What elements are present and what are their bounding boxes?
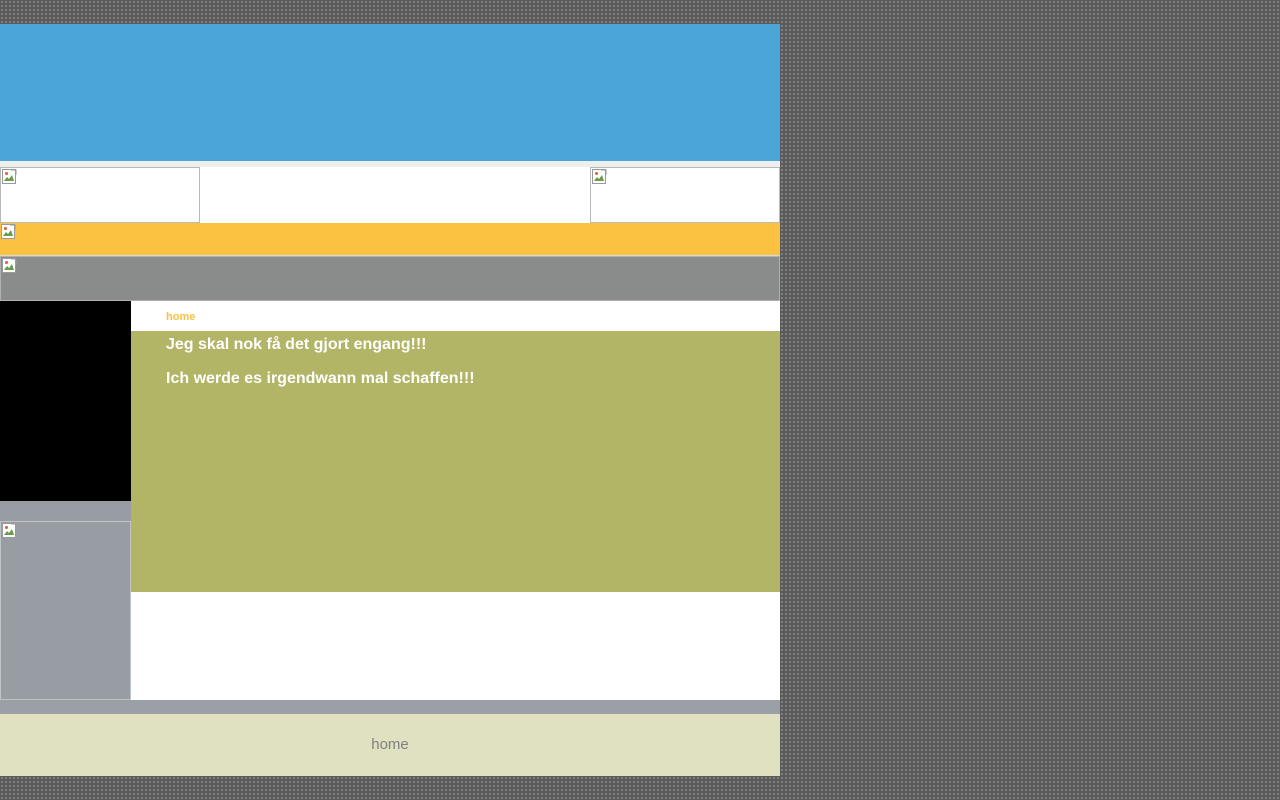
broken-image-icon[interactable] [2, 258, 18, 274]
sidebar-spacer [0, 501, 131, 521]
sidebar-black-panel [0, 301, 131, 501]
content-box: Jeg skal nok få det gjort engang!!! Ich … [131, 331, 780, 592]
content-text-norwegian: Jeg skal nok få det gjort engang!!! [166, 336, 427, 353]
secondary-nav-bar [0, 256, 780, 301]
header-banner [0, 24, 780, 161]
sidebar-image [0, 521, 131, 700]
secondary-nav-image [0, 256, 780, 301]
page-container: home Jeg skal nok få det gjort engang!!!… [0, 24, 780, 776]
logo-row [0, 167, 780, 223]
broken-image-icon [592, 169, 607, 184]
main-content: home Jeg skal nok få det gjort engang!!!… [131, 301, 780, 700]
logo-right-image [590, 167, 780, 223]
top-nav-bar [0, 223, 780, 256]
content-text-german: Ich werde es irgendwann mal schaffen!!! [166, 370, 475, 387]
footer-home-link[interactable]: home [0, 736, 780, 753]
footer-divider [0, 700, 780, 714]
broken-image-icon[interactable] [1, 224, 17, 240]
breadcrumb-home-link[interactable]: home [166, 311, 195, 323]
broken-image-icon [2, 169, 17, 184]
broken-image-icon [2, 523, 17, 538]
footer: home [0, 714, 780, 776]
logo-left-image [0, 167, 200, 223]
